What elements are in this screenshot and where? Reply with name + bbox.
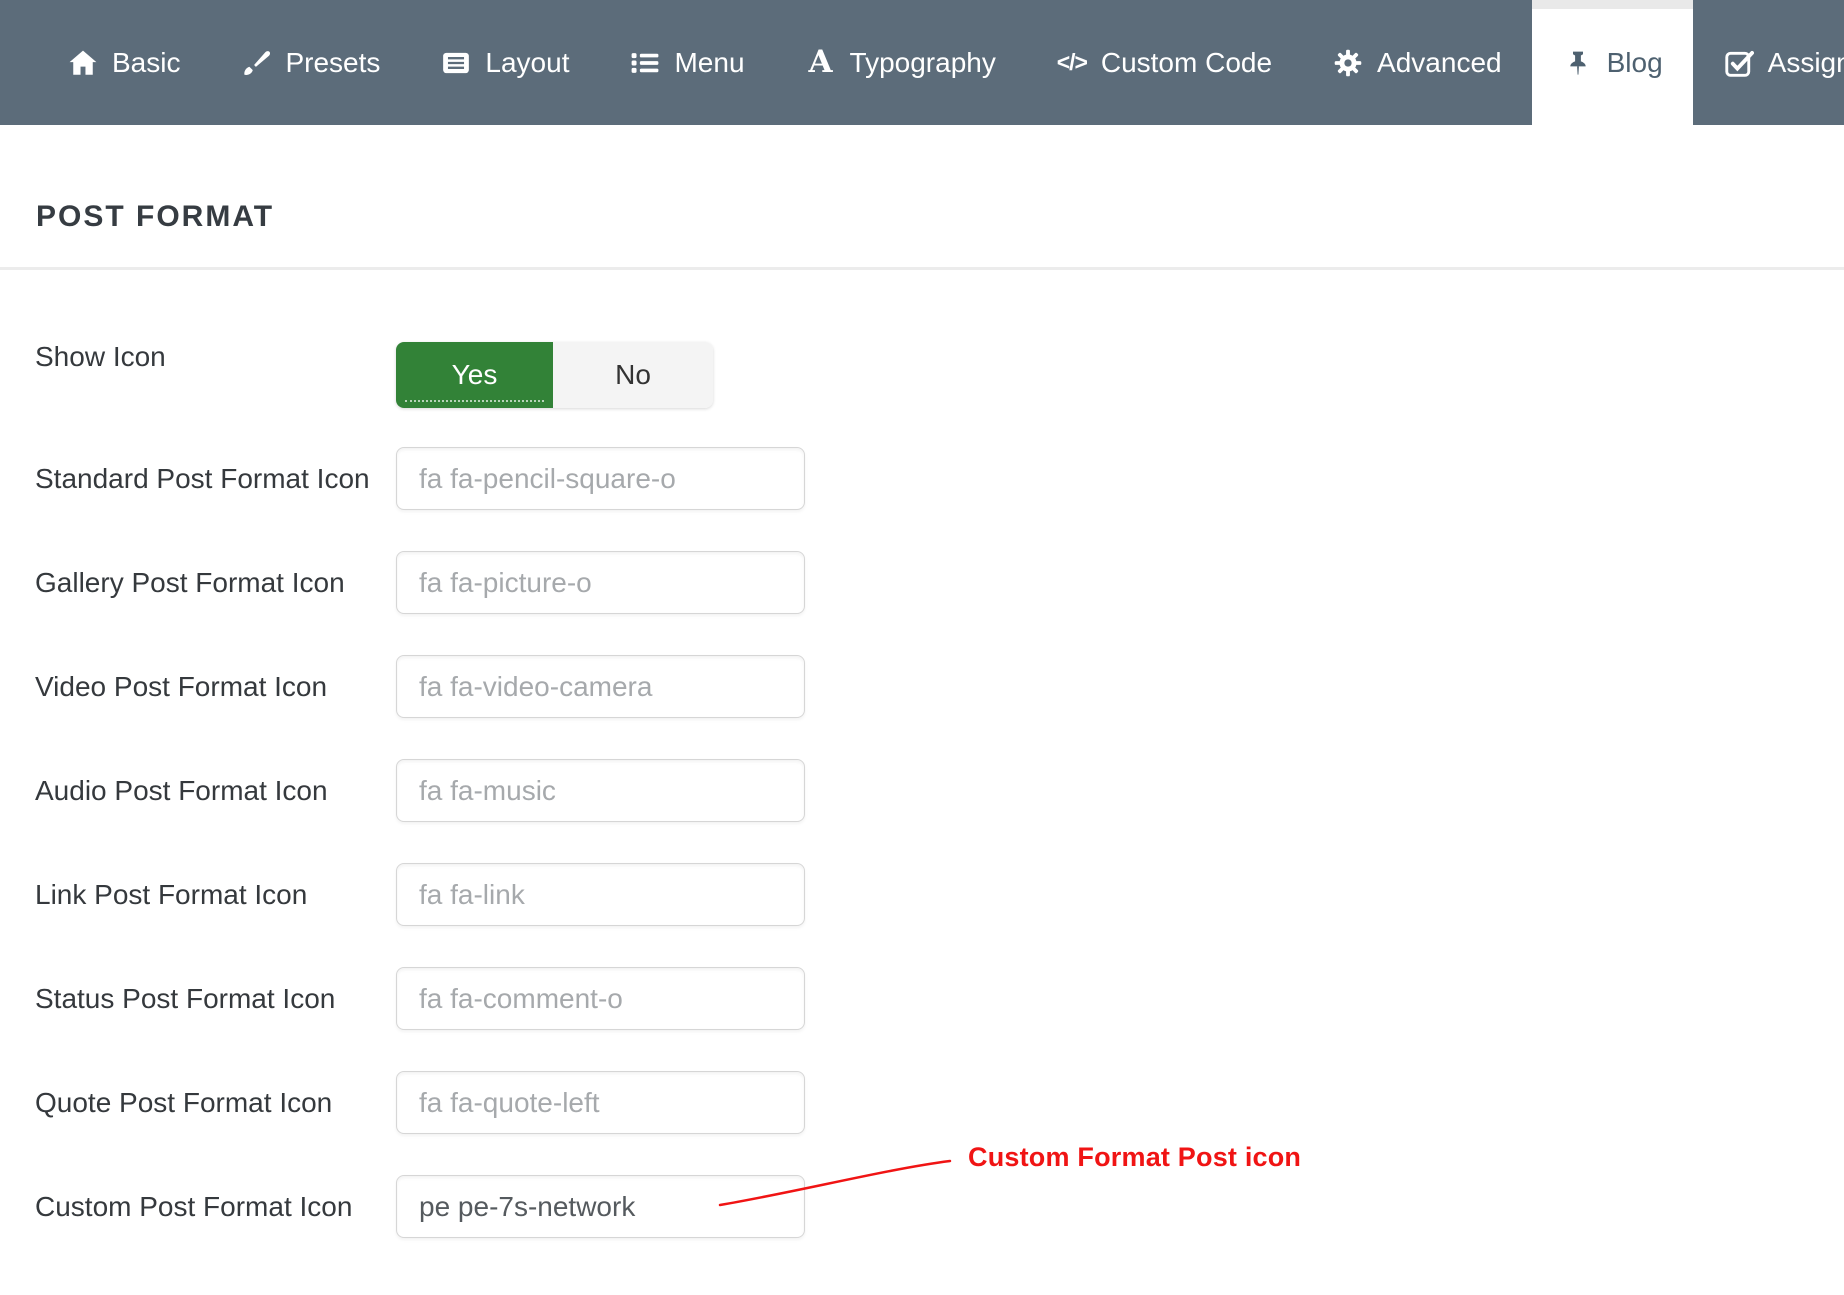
tab-layout[interactable]: Layout <box>410 0 599 125</box>
tab-layout-label: Layout <box>485 47 569 79</box>
quote-post-format-icon-label: Quote Post Format Icon <box>35 1087 396 1119</box>
video-post-format-icon-input[interactable] <box>396 655 805 718</box>
row-link-post-format-icon: Link Post Format Icon <box>35 863 1844 926</box>
gallery-post-format-icon-input[interactable] <box>396 551 805 614</box>
row-status-post-format-icon: Status Post Format Icon <box>35 967 1844 1030</box>
home-icon <box>67 46 99 80</box>
annotation-arrow-line <box>712 1152 962 1214</box>
tab-advanced-label: Advanced <box>1377 47 1502 79</box>
section-header: POST FORMAT <box>0 125 1844 270</box>
tab-blog[interactable]: Blog <box>1532 0 1693 125</box>
row-show-icon: Show Icon Yes No <box>35 342 1844 408</box>
tab-advanced[interactable]: Advanced <box>1302 0 1532 125</box>
tab-assignment-label: Assignment <box>1768 47 1844 79</box>
tab-assignment[interactable]: Assignment <box>1693 0 1844 125</box>
show-icon-label: Show Icon <box>35 341 396 373</box>
gallery-post-format-icon-label: Gallery Post Format Icon <box>35 567 396 599</box>
settings-tab-bar: Basic Presets Layout Menu A Typography <… <box>0 0 1844 125</box>
check-square-icon <box>1723 46 1755 80</box>
annotation-text: Custom Format Post icon <box>968 1142 1301 1173</box>
custom-post-format-icon-label: Custom Post Format Icon <box>35 1191 396 1223</box>
tab-typography[interactable]: A Typography <box>775 0 1026 125</box>
page-title: POST FORMAT <box>36 200 1844 234</box>
font-icon: A <box>805 46 837 80</box>
tab-menu-label: Menu <box>674 47 744 79</box>
quote-post-format-icon-input[interactable] <box>396 1071 805 1134</box>
list-alt-icon <box>440 46 472 80</box>
tab-presets[interactable]: Presets <box>210 0 410 125</box>
post-format-form: Show Icon Yes No Standard Post Format Ic… <box>0 270 1844 1238</box>
tab-menu[interactable]: Menu <box>599 0 774 125</box>
link-post-format-icon-label: Link Post Format Icon <box>35 879 396 911</box>
tab-blog-label: Blog <box>1607 47 1663 79</box>
show-icon-yes-button[interactable]: Yes <box>396 342 553 408</box>
tab-basic-label: Basic <box>112 47 180 79</box>
code-icon: </> <box>1056 46 1088 80</box>
link-post-format-icon-input[interactable] <box>396 863 805 926</box>
tab-presets-label: Presets <box>285 47 380 79</box>
tab-typography-label: Typography <box>850 47 996 79</box>
audio-post-format-icon-label: Audio Post Format Icon <box>35 775 396 807</box>
row-quote-post-format-icon: Quote Post Format Icon <box>35 1071 1844 1134</box>
thumbtack-icon <box>1562 46 1594 80</box>
row-gallery-post-format-icon: Gallery Post Format Icon <box>35 551 1844 614</box>
tab-custom-code-label: Custom Code <box>1101 47 1272 79</box>
audio-post-format-icon-input[interactable] <box>396 759 805 822</box>
status-post-format-icon-label: Status Post Format Icon <box>35 983 396 1015</box>
tab-basic[interactable]: Basic <box>37 0 210 125</box>
video-post-format-icon-label: Video Post Format Icon <box>35 671 396 703</box>
row-video-post-format-icon: Video Post Format Icon <box>35 655 1844 718</box>
list-icon <box>629 46 661 80</box>
show-icon-toggle: Yes No <box>396 342 713 408</box>
row-standard-post-format-icon: Standard Post Format Icon <box>35 447 1844 510</box>
row-audio-post-format-icon: Audio Post Format Icon <box>35 759 1844 822</box>
tab-custom-code[interactable]: </> Custom Code <box>1026 0 1302 125</box>
standard-post-format-icon-input[interactable] <box>396 447 805 510</box>
show-icon-no-button[interactable]: No <box>553 342 713 408</box>
status-post-format-icon-input[interactable] <box>396 967 805 1030</box>
standard-post-format-icon-label: Standard Post Format Icon <box>35 463 396 495</box>
paint-brush-icon <box>240 46 272 80</box>
gear-icon <box>1332 46 1364 80</box>
